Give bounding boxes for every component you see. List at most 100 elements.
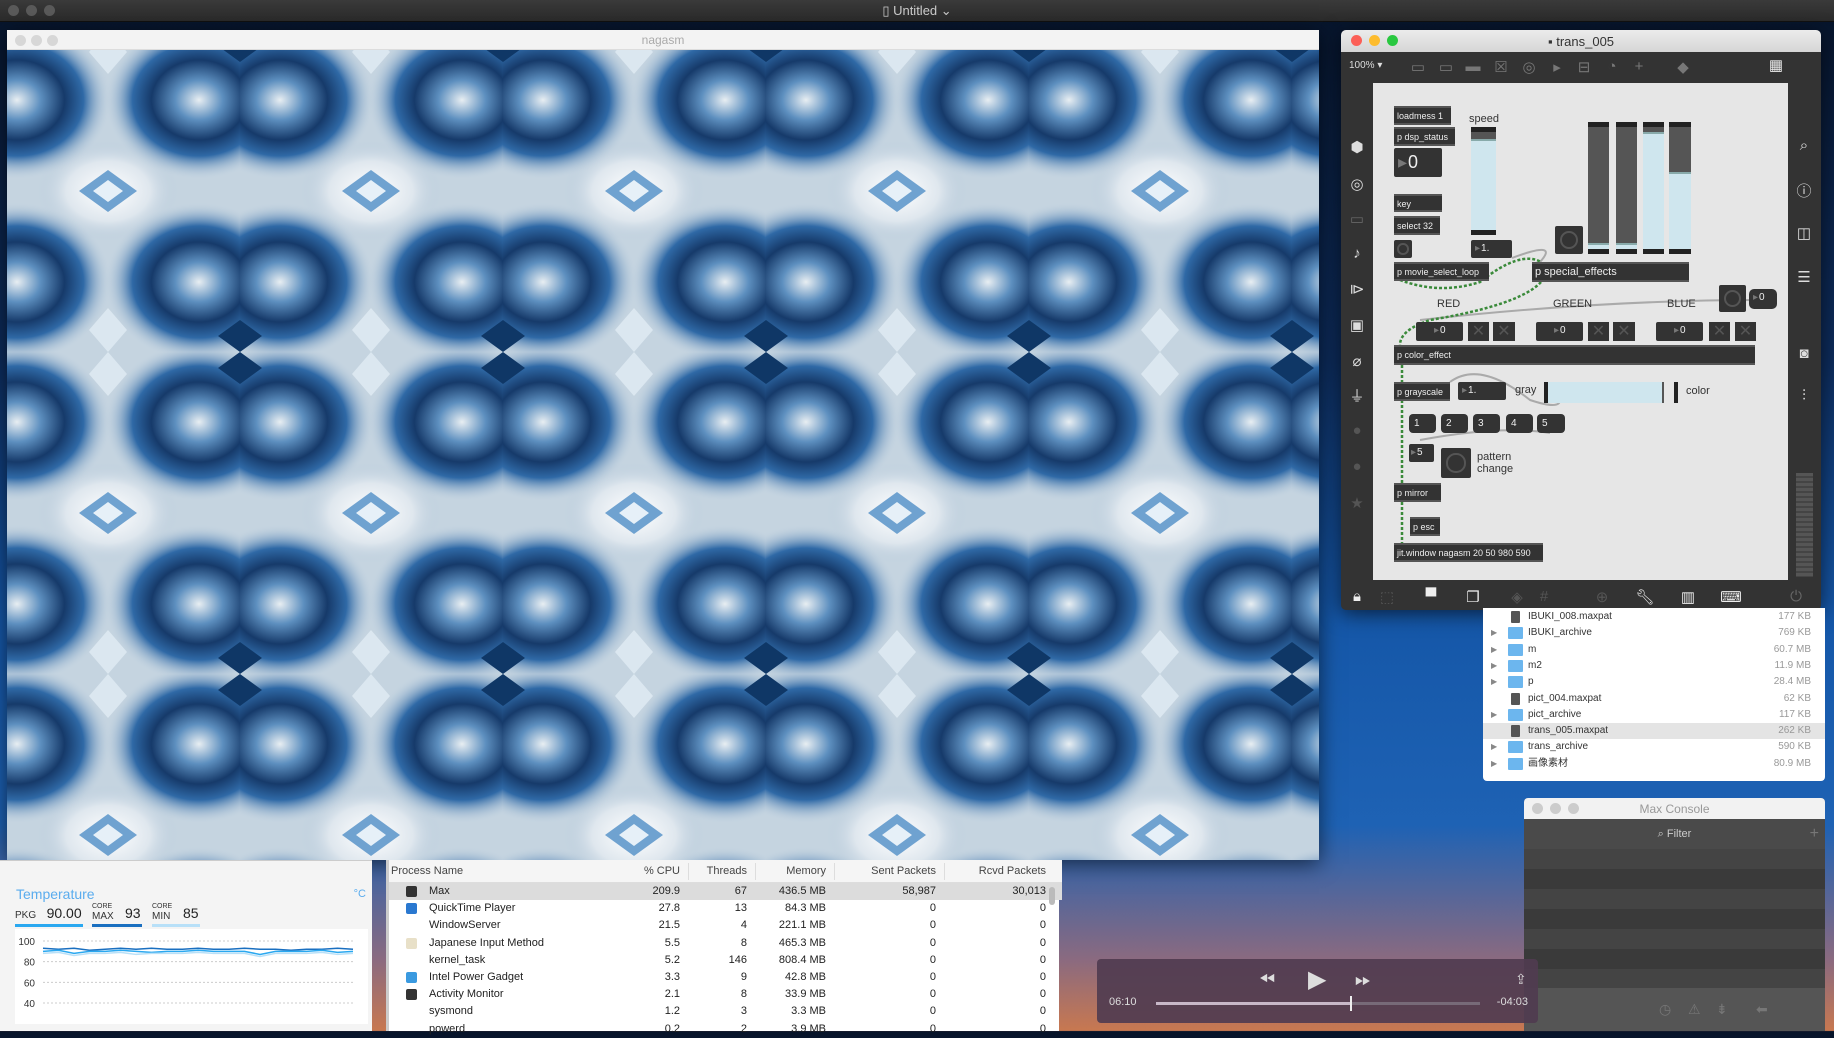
image-icon[interactable]: ▣ [1346,316,1368,334]
jit-window-object[interactable]: jit.window nagasm 20 50 980 590 [1394,543,1543,562]
table-row[interactable]: Intel Power Gadget 3.3 9 42.8 MB 0 0 [389,969,1062,986]
scrollbar[interactable] [1049,887,1055,905]
file-row[interactable]: ▶ p 28.4 MB [1483,674,1825,690]
message-box-3[interactable]: 3 [1473,414,1500,433]
plug-icon[interactable]: ⏚ [1346,385,1368,406]
table-row[interactable]: QuickTime Player 27.8 13 84.3 MB 0 0 [389,900,1062,917]
scrubber[interactable] [1156,996,1480,1011]
table-row[interactable]: WindowServer 21.5 4 221.1 MB 0 0 [389,917,1062,934]
green-toggle-1[interactable]: ✕ [1588,322,1609,341]
speed-number-box[interactable]: 1. [1471,240,1512,258]
esc-object[interactable]: p esc [1410,517,1440,536]
video-icon[interactable]: ⧐ [1346,280,1368,298]
file-row[interactable]: ▶ trans_archive 590 KB [1483,739,1825,755]
piano-icon[interactable]: ▥ [1677,588,1699,606]
mixer-icon[interactable]: ⫶ [1793,387,1815,404]
message-icon[interactable]: ▭ [1435,58,1457,76]
effect-slider-2[interactable] [1616,122,1637,254]
special-effects-object[interactable]: p special_effects [1532,262,1689,282]
disclosure-triangle-icon[interactable]: ▶ [1491,642,1497,658]
speed-slider[interactable] [1471,127,1496,235]
loadmess-object[interactable]: loadmess 1 [1394,106,1451,125]
search-icon[interactable]: ⌕ [1793,137,1815,154]
toggle-icon[interactable]: ☒ [1490,58,1512,76]
zoom-menu[interactable]: 100% ▾ [1349,60,1382,71]
title-bar[interactable]: nagasm [7,30,1319,50]
title-bar[interactable]: Max Console [1524,798,1825,819]
bang-button[interactable] [1555,226,1583,254]
movie-select-loop-object[interactable]: p movie_select_loop [1394,262,1489,281]
power-icon[interactable]: ⏻ [1785,588,1807,605]
windows-icon[interactable]: ❐ [1462,588,1484,606]
add-icon[interactable]: + [1810,819,1819,849]
column-header-0[interactable]: Process Name [391,865,463,877]
pattern-number-box[interactable]: 5 [1409,444,1434,462]
column-header-3[interactable]: Memory [786,865,826,877]
dsp-status-object[interactable]: p dsp_status [1394,127,1455,146]
column-header-5[interactable]: Rcvd Packets [979,865,1046,877]
table-row[interactable]: kernel_task 5.2 146 808.4 MB 0 0 [389,952,1062,969]
disclosure-triangle-icon[interactable]: ▶ [1491,674,1497,690]
gray-color-slider[interactable] [1544,382,1678,403]
b-icon[interactable]: ● [1346,458,1368,475]
disclosure-triangle-icon[interactable]: ▶ [1491,658,1497,674]
bang-button[interactable] [1394,240,1412,258]
effect-slider-1[interactable] [1588,122,1609,254]
file-row[interactable]: trans_005.maxpat 262 KB [1483,723,1825,740]
pattern-change-button[interactable] [1441,448,1471,478]
message-box-5[interactable]: 5 [1537,414,1565,433]
document-title[interactable]: ▯ Untitled ⌄ [0,3,1834,19]
table-row[interactable]: sysmond 1.2 3 3.3 MB 0 0 [389,1003,1062,1020]
music-note-icon[interactable]: ♪ [1346,245,1368,262]
table-row[interactable]: powerd 0.2 2 3.9 MB 0 0 [389,1021,1062,1038]
title-bar[interactable]: ▪ trans_005 [1341,30,1821,52]
column-header-2[interactable]: Threads [707,865,747,877]
file-row[interactable]: ▶ m2 11.9 MB [1483,658,1825,674]
info-icon[interactable]: ⓘ [1793,180,1815,201]
blue-number-box[interactable]: 0 [1656,322,1703,341]
new-object-icon[interactable]: ▭ [1407,58,1429,76]
paperclip-icon[interactable]: ⌀ [1346,352,1368,370]
effect-slider-4[interactable] [1669,122,1691,254]
grid-icon[interactable]: ▦ [1765,56,1787,74]
file-row[interactable]: pict_004.maxpat 62 KB [1483,691,1825,707]
column-header-1[interactable]: % CPU [644,865,680,877]
clock-icon[interactable]: ◷ [1659,988,1671,1031]
scrubber-handle[interactable] [1350,996,1353,1011]
red-toggle-1[interactable]: ✕ [1468,322,1489,341]
select-object[interactable]: select 32 [1394,216,1440,235]
disclosure-triangle-icon[interactable]: ▶ [1491,756,1497,772]
button-icon[interactable]: ◎ [1518,58,1540,76]
table-row[interactable]: Activity Monitor 2.1 8 33.9 MB 0 0 [389,986,1062,1003]
list-icon[interactable]: ☰ [1793,268,1815,286]
grayscale-object[interactable]: p grayscale [1394,382,1450,401]
v-icon[interactable]: ● [1346,422,1368,439]
number-box[interactable]: 0 [1749,289,1777,309]
message-box-4[interactable]: 4 [1506,414,1533,433]
target-icon[interactable]: ◎ [1346,175,1368,193]
file-row[interactable]: IBUKI_008.maxpat 177 KB [1483,609,1825,625]
file-row[interactable]: ▶ pict_archive 117 KB [1483,707,1825,723]
share-icon[interactable]: ⇪ [1515,971,1527,988]
filter-input[interactable]: ⌕ Filter + [1524,819,1825,849]
scroll-down-icon[interactable]: ⇟ [1716,988,1728,1031]
file-row[interactable]: ▶ m 60.7 MB [1483,642,1825,658]
comment-icon[interactable]: ▬ [1462,58,1484,75]
key-object[interactable]: key [1394,194,1442,212]
presentation-icon[interactable]: ▀ [1420,588,1442,605]
column-header-4[interactable]: Sent Packets [871,865,936,877]
slider-icon[interactable]: ⊟ [1573,58,1595,76]
message-box-1[interactable]: 1 [1409,414,1436,433]
mirror-object[interactable]: p mirror [1394,483,1441,502]
number-box[interactable]: 0 [1394,148,1442,177]
mute-icon[interactable]: ◈ [1506,588,1528,606]
color-effect-object[interactable]: p color_effect [1394,345,1755,365]
media-icon[interactable]: ▭ [1346,210,1368,228]
effect-slider-3[interactable] [1643,122,1664,254]
wrench-icon[interactable]: 🔧︎ [1634,588,1656,606]
number-icon[interactable]: ▸ [1546,58,1568,76]
bang-button[interactable] [1719,285,1746,312]
table-row[interactable]: Max 209.9 67 436.5 MB 58,987 30,013 [389,883,1062,900]
keyboard-icon[interactable]: ⌨ [1720,588,1742,606]
file-row[interactable]: ▶ 画像素材 80.9 MB [1483,756,1825,772]
